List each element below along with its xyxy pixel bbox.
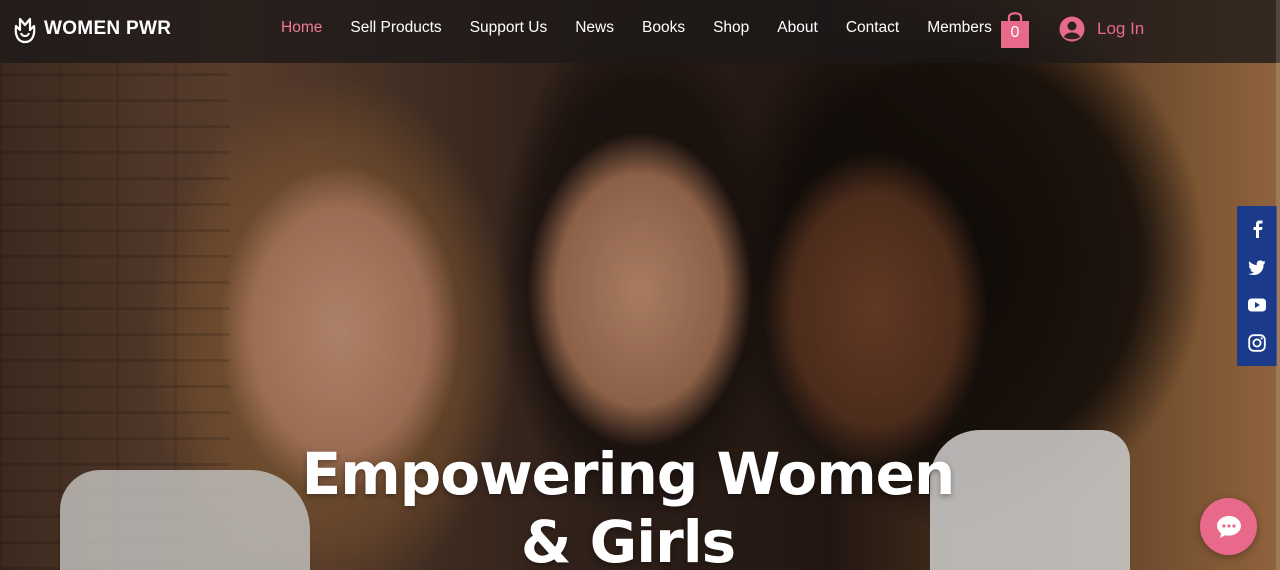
site-logo[interactable]: WOMEN PWR <box>12 14 171 44</box>
hero-headline: Empowering Women & Girls <box>278 440 978 570</box>
tulip-logo-icon <box>14 17 36 44</box>
youtube-icon <box>1248 298 1266 312</box>
youtube-link[interactable] <box>1246 294 1268 316</box>
cart-count: 0 <box>1010 24 1020 41</box>
hero-headline-line-1: Empowering Women <box>301 440 956 508</box>
nav-item-members[interactable]: Members <box>913 19 1006 37</box>
page-scrollbar[interactable] <box>1276 0 1280 570</box>
nav-item-about[interactable]: About <box>763 19 832 37</box>
social-bar <box>1237 206 1277 366</box>
nav-item-home[interactable]: Home <box>267 19 336 37</box>
main-navigation: Home Sell Products Support Us News Books… <box>267 0 1006 56</box>
nav-item-books[interactable]: Books <box>628 19 699 37</box>
nav-item-shop[interactable]: Shop <box>699 19 763 37</box>
facebook-link[interactable] <box>1246 218 1268 240</box>
site-header: WOMEN PWR Home Sell Products Support Us … <box>0 0 1280 63</box>
nav-item-support-us[interactable]: Support Us <box>456 19 562 37</box>
user-avatar-icon <box>1059 16 1085 42</box>
chat-bubble-icon <box>1216 515 1241 538</box>
login-button[interactable]: Log In <box>1059 16 1144 42</box>
hero-headline-line-2: & Girls <box>520 508 736 570</box>
facebook-icon <box>1253 220 1263 238</box>
twitter-link[interactable] <box>1246 256 1268 278</box>
cart-button[interactable]: 0 <box>999 8 1031 48</box>
nav-item-news[interactable]: News <box>561 19 628 37</box>
nav-item-contact[interactable]: Contact <box>832 19 913 37</box>
instagram-link[interactable] <box>1246 332 1268 354</box>
instagram-icon <box>1248 334 1266 352</box>
nav-item-sell-products[interactable]: Sell Products <box>336 19 455 37</box>
login-label: Log In <box>1097 19 1145 38</box>
twitter-icon <box>1248 259 1266 275</box>
brand-name: WOMEN PWR <box>44 18 172 39</box>
chat-button[interactable] <box>1200 498 1257 555</box>
